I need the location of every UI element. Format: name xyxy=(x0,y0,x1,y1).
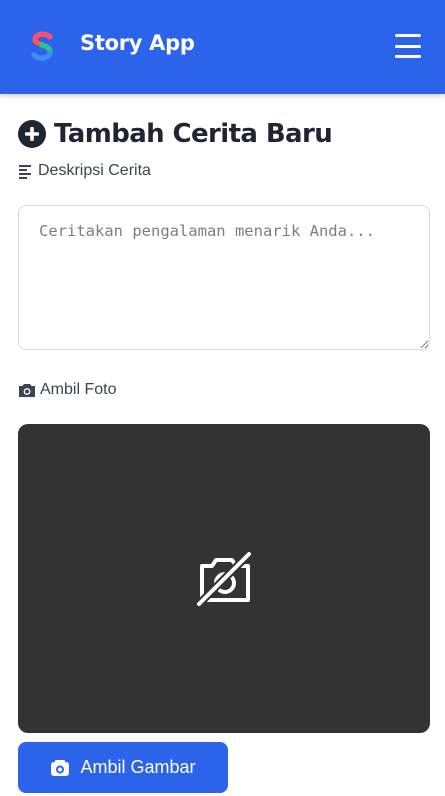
description-textarea[interactable] xyxy=(18,205,430,350)
align-left-icon xyxy=(19,165,31,179)
app-title: Story App xyxy=(80,31,195,55)
page-title-row: Tambah Cerita Baru xyxy=(18,119,333,149)
page-title: Tambah Cerita Baru xyxy=(54,119,333,149)
app-logo-icon[interactable] xyxy=(24,28,60,64)
photo-label: Ambil Foto xyxy=(18,381,116,399)
hamburger-icon-bar xyxy=(395,44,421,48)
hamburger-icon-bar xyxy=(395,55,421,58)
app-header: Story App xyxy=(0,0,445,94)
camera-off-icon xyxy=(196,551,252,606)
camera-preview[interactable] xyxy=(18,424,430,733)
camera-icon xyxy=(51,759,70,776)
photo-label-text: Ambil Foto xyxy=(40,381,117,398)
capture-image-button[interactable]: Ambil Gambar xyxy=(18,742,228,793)
hamburger-icon-bar xyxy=(395,34,421,37)
plus-circle-icon xyxy=(18,120,46,148)
hamburger-menu-button[interactable] xyxy=(392,30,424,62)
description-label: Deskripsi Cerita xyxy=(18,162,151,180)
capture-button-label: Ambil Gambar xyxy=(80,757,196,777)
camera-icon xyxy=(19,384,35,397)
description-label-text: Deskripsi Cerita xyxy=(38,162,151,179)
